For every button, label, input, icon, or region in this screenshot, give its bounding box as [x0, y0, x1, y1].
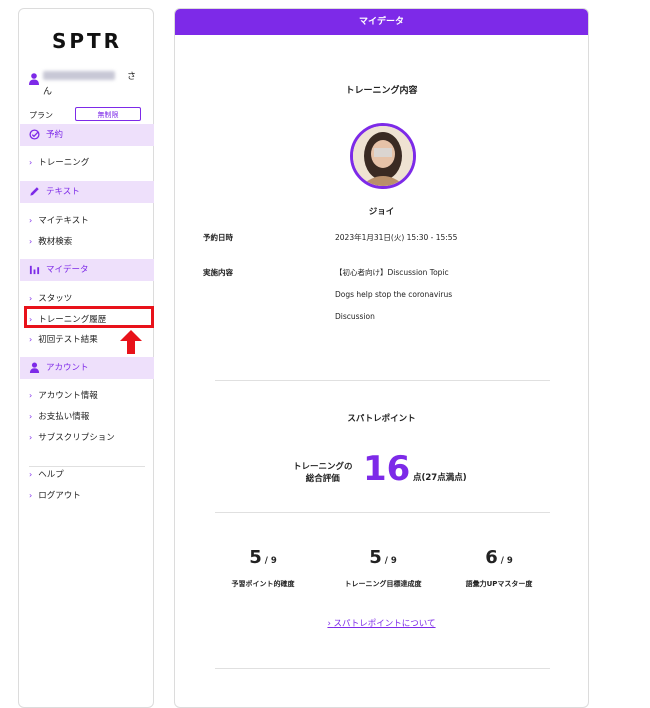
user-icon: [29, 73, 39, 85]
chevron-right-icon: ›: [29, 433, 33, 442]
overall-score-label: トレーニングの 総合評価: [293, 462, 353, 484]
user-name-blurred: [43, 71, 115, 80]
reservation-datetime-value: 2023年1月31日(火) 15:30 - 15:55: [335, 233, 458, 242]
training-content-title: トレーニング内容: [345, 86, 418, 96]
sidebar-item-subscription[interactable]: › サブスクリプション: [29, 431, 115, 445]
bar-chart-icon: [29, 265, 40, 275]
arrow-up-icon: [120, 330, 142, 354]
teacher-avatar: [350, 123, 416, 189]
separator: [215, 380, 550, 381]
divider: [29, 466, 145, 467]
section-mydata: マイデータ: [20, 259, 154, 281]
highlight-box: [24, 306, 154, 328]
content-line-2: Dogs help stop the coronavirus: [335, 290, 453, 299]
chevron-right-icon: ›: [29, 158, 33, 167]
check-circle-icon: [29, 129, 40, 140]
main-panel: マイデータ トレーニング内容 ジョイ 予約日時 2023年1月31日(火) 15…: [174, 8, 589, 708]
user-honorific: さ: [127, 72, 137, 82]
separator: [215, 668, 550, 669]
section-label: アカウント: [46, 363, 89, 373]
metric-preparation-label: 予習ポイント的確度: [231, 580, 295, 588]
user-honorific-2: ん: [43, 87, 53, 97]
plan-badge: 無制限: [75, 107, 141, 121]
chevron-right-icon: ›: [29, 412, 33, 421]
user-icon: [29, 362, 40, 373]
logo: SPTR: [51, 29, 123, 53]
teacher-name: ジョイ: [368, 207, 395, 217]
sidebar-item-first-test-result[interactable]: › 初回テスト結果: [29, 333, 98, 347]
sidebar-item-material-search[interactable]: › 教材検索: [29, 235, 72, 249]
content-line-3: Discussion: [335, 312, 375, 321]
metric-vocabulary-label: 語彙力UPマスター度: [465, 580, 533, 588]
user-row: さ ん: [29, 71, 149, 101]
chevron-right-icon: ›: [29, 391, 33, 400]
metric-goal-achievement: 5/ 9: [369, 547, 397, 568]
section-label: マイデータ: [46, 265, 89, 275]
plan-label: プラン: [29, 111, 53, 120]
sidebar-item-account-info[interactable]: › アカウント情報: [29, 389, 98, 403]
teacher-photo: [353, 126, 413, 186]
chevron-right-icon: ›: [29, 335, 33, 344]
section-text: テキスト: [20, 181, 154, 203]
reservation-datetime-label: 予約日時: [203, 233, 233, 242]
chevron-right-icon: ›: [29, 491, 33, 500]
sidebar-item-payment-info[interactable]: › お支払い情報: [29, 410, 89, 424]
overall-score-value: 16: [363, 449, 411, 489]
metric-preparation: 5/ 9: [249, 547, 277, 568]
section-reservation: 予約: [20, 124, 154, 146]
content-label: 実施内容: [203, 268, 233, 277]
sidebar-item-stats[interactable]: › スタッツ: [29, 292, 72, 306]
chevron-right-icon: ›: [29, 470, 33, 479]
overall-score-max: 点(27点満点): [413, 473, 467, 483]
content-line-1: 【初心者向け】Discussion Topic: [335, 268, 449, 277]
sidebar: SPTR さ ん プラン 無制限 予約 › トレーニング テキスト › マイテキスト…: [18, 8, 154, 708]
page-title: マイデータ: [175, 9, 588, 35]
pencil-icon: [30, 187, 39, 196]
sidebar-item-help[interactable]: › ヘルプ: [29, 468, 64, 482]
sidebar-item-logout[interactable]: › ログアウト: [29, 489, 81, 503]
sidebar-item-training[interactable]: › トレーニング: [29, 156, 89, 170]
chevron-right-icon: ›: [29, 294, 33, 303]
chevron-right-icon: ›: [29, 237, 33, 246]
about-points-link[interactable]: › スパトレポイントについて: [175, 617, 588, 629]
section-label: 予約: [46, 130, 64, 140]
chevron-right-icon: ›: [29, 216, 33, 225]
metric-goal-achievement-label: トレーニング目標達成度: [344, 580, 422, 588]
separator: [215, 512, 550, 513]
spatore-points-title: スパトレポイント: [347, 414, 416, 424]
plan-row: プラン 無制限: [29, 107, 149, 125]
sidebar-item-mytext[interactable]: › マイテキスト: [29, 214, 89, 228]
section-account: アカウント: [20, 357, 154, 379]
section-label: テキスト: [46, 187, 80, 197]
metric-vocabulary: 6/ 9: [485, 547, 513, 568]
